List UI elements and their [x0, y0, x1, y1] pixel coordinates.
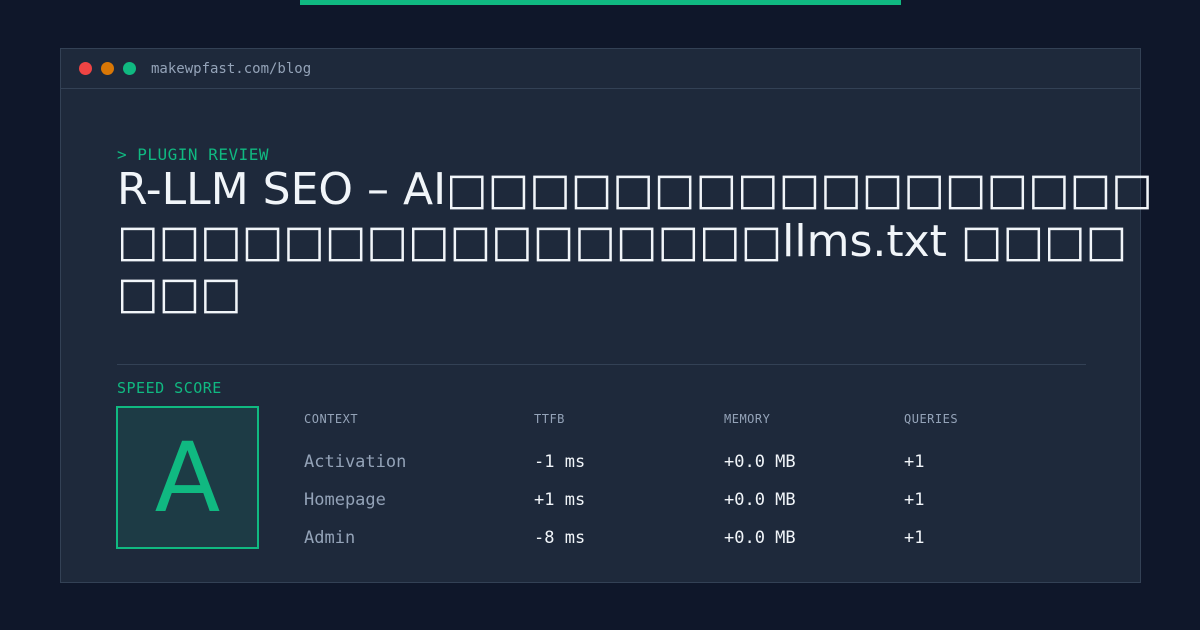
minimize-dot[interactable]	[101, 62, 114, 75]
article-header: > PLUGIN REVIEW R-LLM SEO – AI□□□□□□□□□□…	[117, 145, 1153, 320]
close-dot[interactable]	[79, 62, 92, 75]
header-memory: MEMORY	[724, 412, 771, 426]
row-queries: +1	[904, 490, 925, 510]
row-memory: +0.0 MB	[724, 490, 796, 510]
header-queries: QUERIES	[904, 412, 959, 426]
maximize-dot[interactable]	[123, 62, 136, 75]
row-ttfb: -8 ms	[534, 528, 586, 548]
metrics-table: CONTEXT TTFB MEMORY QUERIES Activation -…	[304, 407, 1024, 557]
divider	[117, 364, 1086, 365]
speed-score-label: SPEED SCORE	[117, 379, 222, 397]
header-ttfb: TTFB	[534, 412, 565, 426]
row-context: Admin	[304, 528, 356, 548]
table-row: Activation -1 ms +0.0 MB +1	[304, 443, 1024, 481]
row-context: Homepage	[304, 490, 386, 510]
article-title: R-LLM SEO – AI□□□□□□□□□□□□□□□□□□□□□□□□□□…	[117, 164, 1153, 319]
article-kicker: > PLUGIN REVIEW	[117, 145, 269, 164]
row-queries: +1	[904, 452, 925, 472]
header-context: CONTEXT	[304, 412, 359, 426]
browser-window: makewpfast.com/blog > PLUGIN REVIEW R-LL…	[60, 48, 1153, 583]
metrics-header-row: CONTEXT TTFB MEMORY QUERIES	[304, 407, 1024, 431]
speed-grade: A	[154, 421, 221, 534]
row-memory: +0.0 MB	[724, 528, 796, 548]
row-ttfb: +1 ms	[534, 490, 586, 510]
table-row: Homepage +1 ms +0.0 MB +1	[304, 481, 1024, 519]
row-queries: +1	[904, 528, 925, 548]
url-text: makewpfast.com/blog	[151, 60, 312, 77]
row-context: Activation	[304, 452, 407, 472]
speed-score-box: A	[116, 406, 259, 549]
window-titlebar: makewpfast.com/blog	[61, 49, 1140, 89]
table-row: Admin -8 ms +0.0 MB +1	[304, 519, 1024, 557]
metrics-spacer	[304, 431, 1024, 443]
row-memory: +0.0 MB	[724, 452, 796, 472]
page: makewpfast.com/blog > PLUGIN REVIEW R-LL…	[0, 0, 1200, 630]
row-ttfb: -1 ms	[534, 452, 586, 472]
top-accent-bar	[300, 0, 901, 5]
